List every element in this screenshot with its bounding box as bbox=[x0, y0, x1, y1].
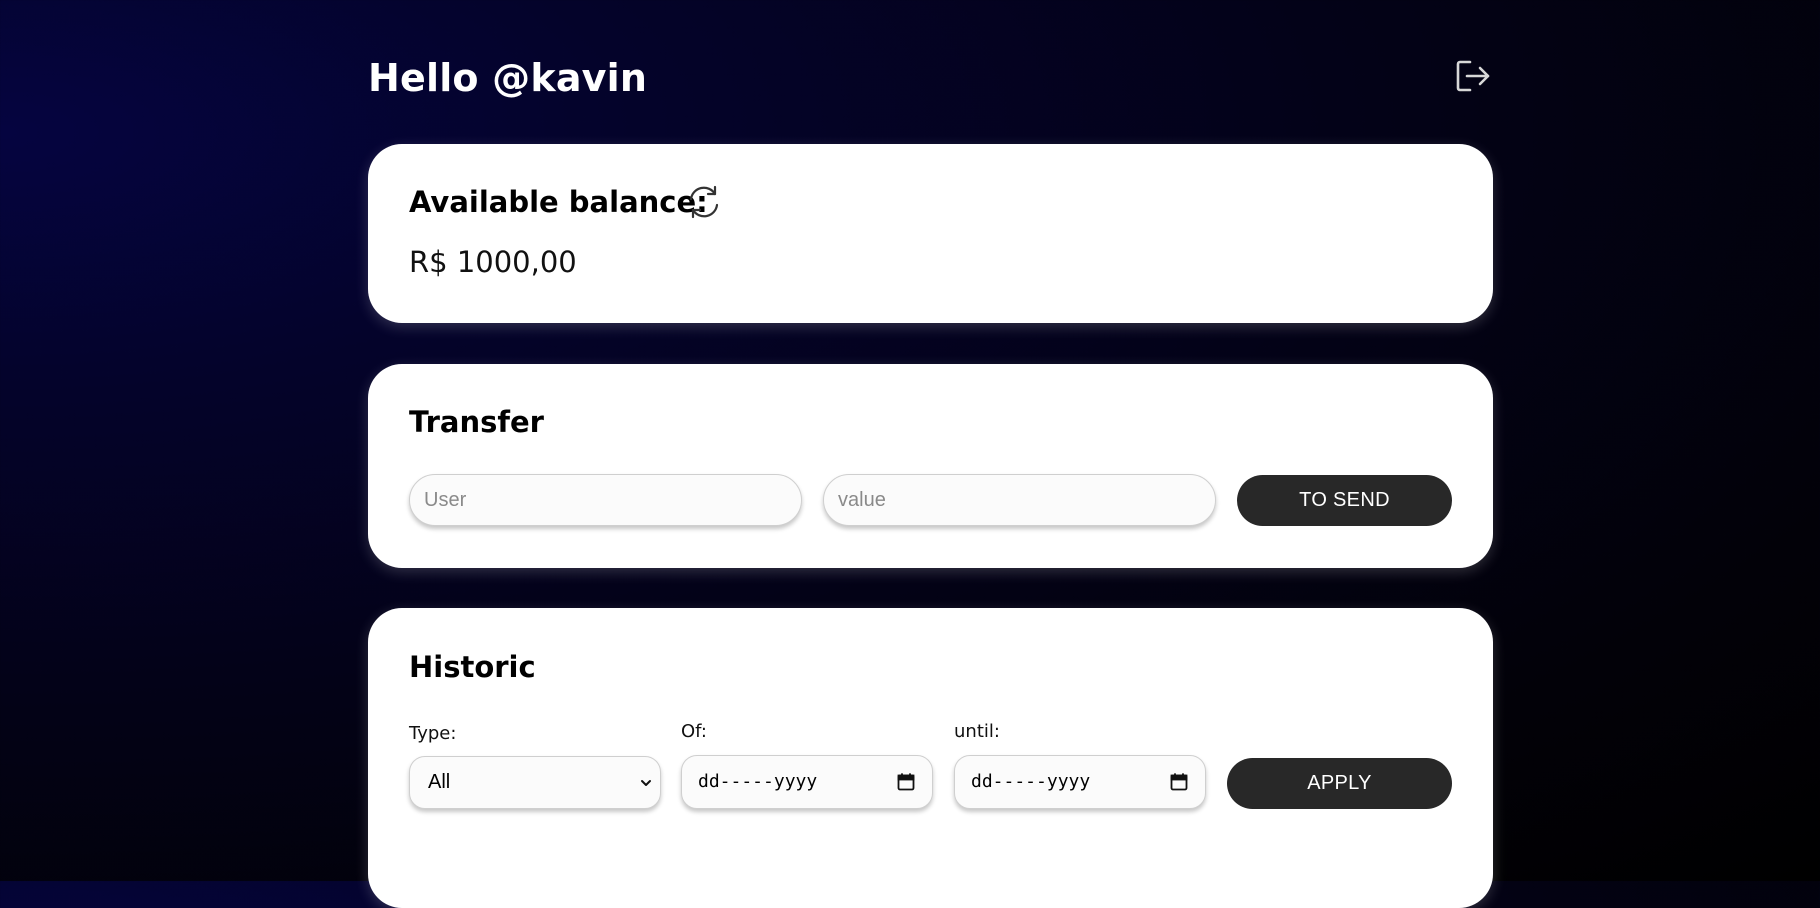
logout-icon[interactable] bbox=[1453, 56, 1493, 96]
type-select-value: All bbox=[428, 771, 451, 793]
value-input[interactable] bbox=[823, 474, 1216, 526]
of-label: Of: bbox=[681, 721, 707, 742]
balance-card: Available balance: R$ 1000,00 bbox=[368, 144, 1493, 323]
type-label: Type: bbox=[409, 723, 457, 744]
chevron-down-icon bbox=[641, 780, 651, 786]
header: Hello @kavin bbox=[368, 52, 1493, 108]
transfer-card: Transfer TO SEND bbox=[368, 364, 1493, 568]
balance-title: Available balance: bbox=[409, 185, 708, 219]
date-of-value: dd-----yyyy bbox=[698, 771, 818, 792]
send-button[interactable]: TO SEND bbox=[1237, 475, 1452, 526]
until-label: until: bbox=[954, 721, 1000, 742]
calendar-icon[interactable] bbox=[896, 772, 916, 792]
user-input[interactable] bbox=[409, 474, 802, 526]
refresh-icon[interactable] bbox=[686, 184, 722, 220]
greeting-title: Hello @kavin bbox=[368, 56, 648, 100]
date-of-input[interactable]: dd-----yyyy bbox=[681, 755, 933, 809]
balance-value: R$ 1000,00 bbox=[409, 245, 577, 279]
calendar-icon[interactable] bbox=[1169, 772, 1189, 792]
date-until-value: dd-----yyyy bbox=[971, 771, 1091, 792]
apply-button[interactable]: APPLY bbox=[1227, 758, 1452, 809]
date-until-input[interactable]: dd-----yyyy bbox=[954, 755, 1206, 809]
logout-button[interactable] bbox=[1453, 56, 1493, 96]
refresh-button[interactable] bbox=[686, 184, 722, 220]
historic-title: Historic bbox=[409, 650, 536, 684]
transfer-title: Transfer bbox=[409, 405, 544, 439]
type-select[interactable]: All bbox=[409, 756, 661, 809]
historic-card: Historic Type: All Of: dd-----yyyy until… bbox=[368, 608, 1493, 908]
